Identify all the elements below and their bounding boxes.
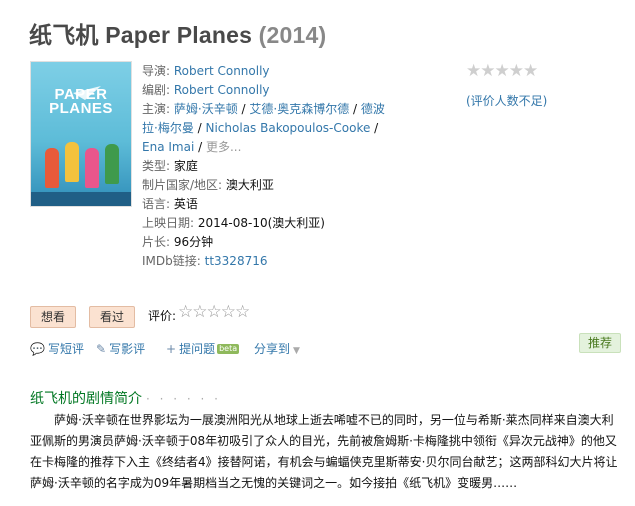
comment-icon: 💬 (30, 342, 45, 356)
movie-year: (2014) (258, 22, 327, 48)
rating-stars: ★★★★★ (466, 61, 538, 81)
want-to-watch-button[interactable]: 想看 (30, 306, 76, 328)
synopsis-heading: 纸飞机的剧情简介 · · · · · · (30, 391, 221, 407)
rate-label: 评价: (148, 309, 177, 323)
share-dropdown[interactable]: 分享到 ▼ (254, 340, 300, 357)
poster-figure (45, 148, 59, 188)
rate-stars[interactable]: ☆☆☆☆☆ (178, 302, 250, 322)
language-value: 英语 (173, 197, 198, 211)
cast-link[interactable]: 萨姆·沃辛顿 (174, 102, 238, 116)
cast-list: 主演: 萨姆·沃辛顿 / 艾德·奥克森博尔德 / 德波拉·梅尔曼 / Nicho… (142, 102, 385, 154)
watched-button[interactable]: 看过 (89, 306, 135, 328)
movie-poster[interactable]: PAPER PLANES (30, 61, 132, 207)
pencil-icon: ✎ (96, 342, 107, 356)
country-value: 澳大利亚 (225, 178, 274, 192)
movie-title: 纸飞机 Paper Planes (29, 22, 253, 48)
genre-value: 家庭 (173, 159, 198, 173)
runtime-value: 96分钟 (173, 235, 214, 249)
short-review-action[interactable]: 💬 写短评 (30, 340, 84, 357)
release-value: 2014-08-10(澳大利亚) (197, 216, 325, 230)
recommend-button[interactable]: 推荐 (579, 333, 621, 353)
movie-info: 导演: Robert Connolly 编剧: Robert Connolly … (142, 62, 392, 271)
poster-figure (65, 142, 79, 182)
ask-question-action[interactable]: + 提问题 beta (166, 340, 240, 357)
rating-note[interactable]: (评价人数不足) (466, 92, 547, 109)
review-action[interactable]: ✎ 写影评 (96, 340, 145, 357)
director-link[interactable]: Robert Connolly (174, 64, 270, 78)
writer-link[interactable]: Robert Connolly (174, 83, 270, 97)
poster-ground (31, 192, 131, 206)
cast-link[interactable]: Nicholas Bakopoulos-Cooke (206, 121, 371, 135)
cast-link[interactable]: Ena Imai (142, 140, 194, 154)
chevron-down-icon: ▼ (293, 346, 300, 356)
page-title: 纸飞机 Paper Planes (2014) (29, 16, 326, 50)
plus-icon: + (166, 342, 177, 356)
poster-figure (85, 148, 99, 188)
imdb-link[interactable]: tt3328716 (205, 254, 268, 268)
beta-badge: beta (217, 344, 240, 354)
cast-link[interactable]: 艾德·奥克森博尔德 (249, 102, 349, 116)
more-cast-link[interactable]: 更多... (206, 140, 241, 154)
synopsis-text: 萨姆·沃辛顿在世界影坛为一展澳洲阳光从地球上逝去唏嘘不已的同时，另一位与希斯·莱… (30, 413, 618, 490)
poster-figure (105, 144, 119, 184)
paper-plane-icon (73, 86, 101, 100)
average-rating: ★★★★★ (466, 61, 538, 81)
